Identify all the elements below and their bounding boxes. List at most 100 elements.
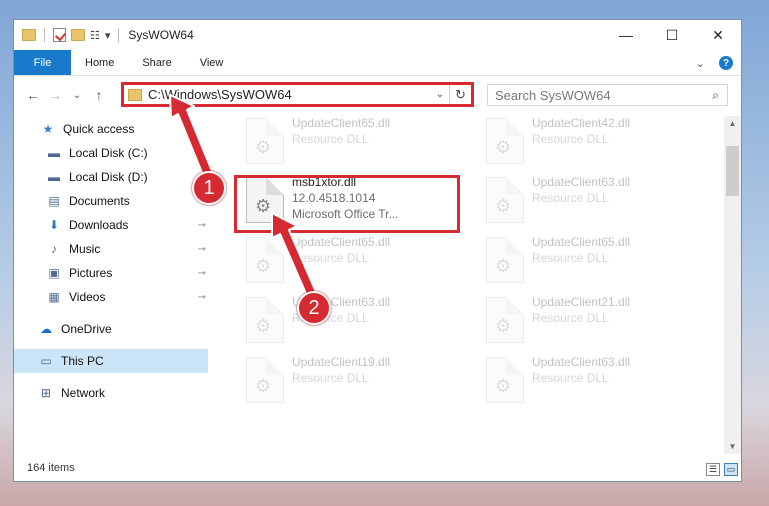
search-input[interactable]: Search SysWOW64 ⌕ bbox=[487, 84, 728, 106]
sidebar-item-quick-access[interactable]: ★ Quick access bbox=[14, 117, 208, 141]
explorer-window: ☷ ▾ SysWOW64 — ☐ ✕ File Home Share View … bbox=[13, 19, 742, 482]
file-description: Resource DLL bbox=[532, 371, 609, 385]
dll-file-icon: ⚙ bbox=[246, 118, 284, 164]
file-item[interactable]: ⚙ UpdateClient65.dll Resource DLL bbox=[236, 116, 456, 174]
close-button[interactable]: ✕ bbox=[695, 20, 741, 50]
file-description: Resource DLL bbox=[532, 132, 609, 146]
window-title: SysWOW64 bbox=[128, 28, 194, 42]
sidebar-item-label: Local Disk (C:) bbox=[69, 146, 148, 160]
details-view-icon[interactable]: ☰ bbox=[706, 463, 720, 476]
file-item[interactable]: ⚙ UpdateClient19.dll Resource DLL bbox=[236, 355, 456, 413]
ribbon-controls: ⌄ ? bbox=[696, 50, 733, 76]
new-folder-icon[interactable] bbox=[71, 29, 85, 41]
sidebar-item-icon: ▭ bbox=[40, 354, 52, 368]
sidebar-item-icon: ☁ bbox=[40, 322, 52, 336]
tab-file[interactable]: File bbox=[14, 50, 71, 75]
file-item[interactable]: ⚙ UpdateClient65.dll Resource DLL bbox=[476, 235, 696, 293]
gear-icon: ⚙ bbox=[255, 137, 272, 157]
folder-icon bbox=[22, 29, 36, 41]
file-item[interactable]: ⚙ UpdateClient63.dll Resource DLL bbox=[476, 175, 696, 233]
properties-check-icon[interactable] bbox=[53, 28, 66, 42]
address-bar[interactable]: C:\Windows\SysWOW64 ⌄ ↻ bbox=[121, 82, 474, 107]
highlight-box bbox=[234, 175, 460, 233]
file-description: Resource DLL bbox=[532, 191, 609, 205]
sidebar-item-label: OneDrive bbox=[61, 322, 112, 336]
forward-button[interactable]: → bbox=[44, 87, 66, 103]
sidebar-item-downloads[interactable]: ⬇ Downloads ⊸ bbox=[14, 213, 208, 237]
dll-file-icon: ⚙ bbox=[486, 177, 524, 223]
file-info: UpdateClient65.dll Resource DLL bbox=[292, 235, 390, 293]
tab-view[interactable]: View bbox=[186, 50, 238, 75]
sidebar-item-local-disk-d[interactable]: ▬ Local Disk (D:) bbox=[14, 165, 208, 189]
up-button[interactable]: ↑ bbox=[88, 87, 110, 103]
file-info: UpdateClient21.dll Resource DLL bbox=[532, 295, 630, 353]
vertical-scrollbar[interactable]: ▲ ▼ bbox=[724, 116, 741, 454]
search-placeholder: Search SysWOW64 bbox=[495, 87, 611, 103]
file-description: Resource DLL bbox=[532, 251, 609, 265]
gear-icon: ⚙ bbox=[255, 256, 272, 276]
dll-file-icon: ⚙ bbox=[486, 237, 524, 283]
file-description: Resource DLL bbox=[292, 371, 369, 385]
sidebar-item-videos[interactable]: ▦ Videos ⊸ bbox=[14, 285, 208, 309]
sidebar-item-music[interactable]: ♪ Music ⊸ bbox=[14, 237, 208, 261]
maximize-button[interactable]: ☐ bbox=[649, 20, 695, 50]
file-info: UpdateClient63.dll Resource DLL bbox=[532, 175, 630, 233]
address-path[interactable]: C:\Windows\SysWOW64 bbox=[148, 87, 431, 102]
toolbar-divider bbox=[44, 28, 45, 42]
title-bar: ☷ ▾ SysWOW64 — ☐ ✕ bbox=[14, 20, 741, 50]
minimize-button[interactable]: — bbox=[603, 20, 649, 50]
file-name: UpdateClient63.dll bbox=[532, 355, 631, 369]
dll-file-icon: ⚙ bbox=[246, 237, 284, 283]
sidebar-item-this-pc[interactable]: ▭ This PC bbox=[14, 349, 208, 373]
dll-file-icon: ⚙ bbox=[246, 297, 284, 343]
gear-icon: ⚙ bbox=[495, 137, 512, 157]
file-item[interactable]: ⚙ UpdateClient21.dll Resource DLL bbox=[476, 295, 696, 353]
gear-icon: ⚙ bbox=[495, 256, 512, 276]
sidebar-item-network[interactable]: ⊞ Network bbox=[14, 381, 208, 405]
pin-icon: ⊸ bbox=[197, 243, 206, 255]
gear-icon: ⚙ bbox=[255, 316, 272, 336]
file-description: Resource DLL bbox=[292, 132, 369, 146]
search-icon[interactable]: ⌕ bbox=[712, 88, 719, 103]
sidebar-item-pictures[interactable]: ▣ Pictures ⊸ bbox=[14, 261, 208, 285]
file-list: ⚙ UpdateClient65.dll Resource DLL ⚙ UpdateCl… bbox=[224, 114, 724, 454]
help-icon[interactable]: ? bbox=[719, 56, 733, 70]
file-info: UpdateClient63.dll Resource DLL bbox=[532, 355, 630, 413]
tiles-view-icon[interactable]: ▭ bbox=[724, 463, 738, 476]
tab-home[interactable]: Home bbox=[71, 50, 128, 75]
file-item[interactable]: ⚙ UpdateClient65.dll Resource DLL bbox=[236, 235, 456, 293]
scroll-down-button[interactable]: ▼ bbox=[724, 439, 741, 454]
sidebar-item-documents[interactable]: ▤Documents⊸ bbox=[14, 189, 208, 213]
collapse-ribbon-icon[interactable]: ⌄ bbox=[696, 57, 705, 70]
back-button[interactable]: ← bbox=[22, 87, 44, 103]
address-dropdown-button[interactable]: ⌄ bbox=[431, 89, 449, 100]
file-item[interactable]: ⚙ UpdateClient63.dll Resource DLL bbox=[236, 295, 456, 353]
sidebar-item-icon: ♪ bbox=[51, 242, 57, 256]
recent-locations-button[interactable]: ⌄ bbox=[66, 90, 88, 101]
sidebar-item-onedrive[interactable]: ☁ OneDrive bbox=[14, 317, 208, 341]
scroll-up-button[interactable]: ▲ bbox=[724, 116, 741, 131]
pin-icon: ⊸ bbox=[197, 219, 206, 231]
sidebar-item-icon: ▬ bbox=[48, 146, 60, 160]
refresh-button[interactable]: ↻ bbox=[449, 85, 471, 104]
file-item[interactable]: ⚙ UpdateClient42.dll Resource DLL bbox=[476, 116, 696, 174]
dll-file-icon: ⚙ bbox=[486, 297, 524, 343]
file-name: UpdateClient65.dll bbox=[532, 235, 631, 249]
sidebar-item-icon: ▦ bbox=[48, 290, 60, 304]
sidebar-item-label: Local Disk (D:) bbox=[69, 170, 148, 184]
customize-toolbar-dropdown[interactable]: ▾ bbox=[105, 29, 111, 42]
step-badge-1: 1 bbox=[192, 171, 226, 205]
file-info: UpdateClient42.dll Resource DLL bbox=[532, 116, 630, 174]
file-item[interactable]: ⚙ UpdateClient63.dll Resource DLL bbox=[476, 355, 696, 413]
sidebar-item-icon: ▤ bbox=[48, 194, 60, 208]
sidebar-item-local-disk-c[interactable]: ▬ Local Disk (C:) bbox=[14, 141, 208, 165]
pin-icon: ⊸ bbox=[197, 291, 206, 303]
item-count: 164 items bbox=[27, 462, 75, 474]
file-name: UpdateClient21.dll bbox=[532, 295, 631, 309]
navigation-pane: ★ Quick access ▬ Local Disk (C:) ▬ Local Disk… bbox=[14, 114, 210, 454]
quick-access-toolbar: ☷ ▾ bbox=[14, 20, 122, 50]
scroll-thumb[interactable] bbox=[726, 146, 739, 196]
sidebar-item-label: Documents bbox=[69, 194, 130, 208]
tab-share[interactable]: Share bbox=[128, 50, 185, 75]
view-options-icon[interactable]: ☷ bbox=[90, 29, 100, 42]
